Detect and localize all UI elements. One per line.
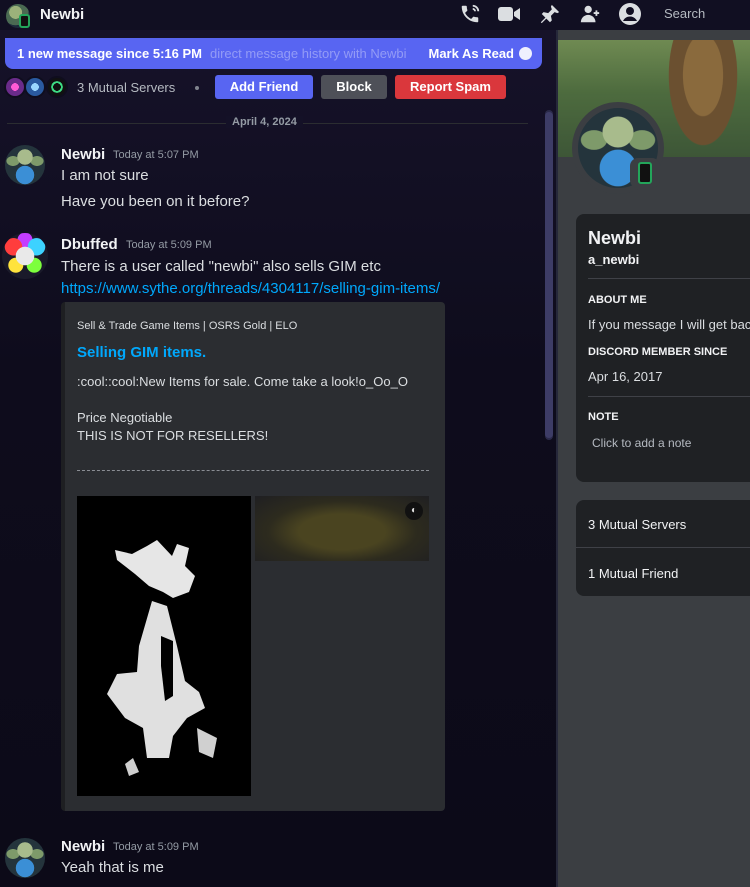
new-messages-bar[interactable]: 1 new message since 5:16 PM direct messa…: [5, 38, 542, 69]
about-me-text: If you message I will get back: [588, 317, 750, 332]
about-me-header: ABOUT ME: [588, 294, 647, 306]
message-text: I am not sure: [61, 167, 149, 184]
member-since-header: DISCORD MEMBER SINCE: [588, 346, 728, 358]
message-text: Have you been on it before?: [61, 193, 250, 210]
scrollbar-thumb[interactable]: [545, 112, 553, 438]
new-messages-text: 1 new message since 5:16 PM: [17, 46, 202, 61]
embed-description: THIS IS NOT FOR RESELLERS!: [77, 428, 269, 443]
avatar[interactable]: [2, 233, 48, 279]
profile-username[interactable]: a_newbi: [588, 252, 639, 267]
voice-call-icon[interactable]: [458, 3, 482, 25]
banner-art: [663, 40, 743, 157]
message-text: There is a user called "newbi" also sell…: [61, 258, 381, 275]
embed-provider: Sell & Trade Game Items | OSRS Gold | EL…: [77, 320, 298, 332]
profile-card: Newbi a_newbi ABOUT ME If you message I …: [576, 214, 750, 482]
embed-rule: [77, 470, 429, 471]
embed-title[interactable]: Selling GIM items.: [77, 344, 206, 361]
mutuals-card: 3 Mutual Servers 1 Mutual Friend: [576, 500, 750, 596]
mutual-server-icon[interactable]: [24, 76, 46, 98]
divider: [576, 547, 750, 548]
message-timestamp: Today at 5:09 PM: [113, 841, 199, 853]
link-embed: Sell & Trade Game Items | OSRS Gold | EL…: [61, 302, 445, 811]
mark-as-read-button[interactable]: Mark As Read: [429, 46, 515, 61]
date-divider-label: April 4, 2024: [226, 116, 303, 128]
chat-area: 1 new message since 5:16 PM direct messa…: [0, 30, 556, 887]
message-author[interactable]: Newbi: [61, 146, 105, 163]
mobile-status-icon: [630, 158, 660, 188]
block-button[interactable]: Block: [321, 75, 387, 99]
message-text: Yeah that is me: [61, 859, 164, 876]
avatar[interactable]: [5, 145, 45, 185]
note-header: NOTE: [588, 411, 619, 423]
chat-scrollbar[interactable]: [545, 110, 553, 440]
image-badge-icon: ◐: [405, 502, 423, 520]
embed-image[interactable]: ◐: [255, 496, 429, 561]
report-spam-button[interactable]: Report Spam: [395, 75, 506, 99]
add-friend-button[interactable]: Add Friend: [215, 75, 313, 99]
add-friend-icon[interactable]: [578, 3, 602, 25]
avatar[interactable]: [5, 838, 45, 878]
mutual-actions-row: 3 Mutual Servers Add Friend Block Report…: [0, 74, 556, 104]
history-hint: direct message history with Newbi: [209, 46, 407, 61]
mobile-status-icon: [19, 14, 30, 28]
profile-panel: Newbi a_newbi ABOUT ME If you message I …: [556, 30, 750, 887]
divider: [588, 396, 750, 397]
mutual-server-icon[interactable]: [4, 76, 26, 98]
top-bar: Newbi Search: [0, 0, 750, 30]
embed-description: :cool::cool:New Items for sale. Come tak…: [77, 374, 408, 389]
embed-description: Price Negotiable: [77, 410, 173, 425]
mutual-servers-label[interactable]: 3 Mutual Servers: [77, 80, 175, 95]
search-input[interactable]: Search: [655, 4, 750, 24]
message-author[interactable]: Newbi: [61, 838, 105, 855]
message-link[interactable]: https://www.sythe.org/threads/4304117/se…: [61, 280, 440, 297]
mark-read-icon[interactable]: [519, 47, 532, 60]
message-timestamp: Today at 5:07 PM: [113, 149, 199, 161]
message-author[interactable]: Dbuffed: [61, 236, 118, 253]
note-input[interactable]: Click to add a note: [592, 436, 691, 450]
user-profile-icon[interactable]: [618, 3, 642, 25]
channel-title: Newbi: [40, 6, 85, 23]
message-timestamp: Today at 5:09 PM: [126, 239, 212, 251]
mutual-friends-link[interactable]: 1 Mutual Friend: [588, 566, 678, 581]
embed-image[interactable]: [77, 496, 251, 796]
pin-icon[interactable]: [538, 3, 562, 25]
video-call-icon[interactable]: [497, 3, 521, 25]
profile-display-name: Newbi: [588, 228, 642, 248]
divider: [588, 278, 750, 279]
mutual-server-icon[interactable]: [46, 76, 68, 98]
member-since-date: Apr 16, 2017: [588, 369, 663, 384]
separator-dot: [195, 86, 199, 90]
mutual-servers-link[interactable]: 3 Mutual Servers: [588, 517, 686, 532]
